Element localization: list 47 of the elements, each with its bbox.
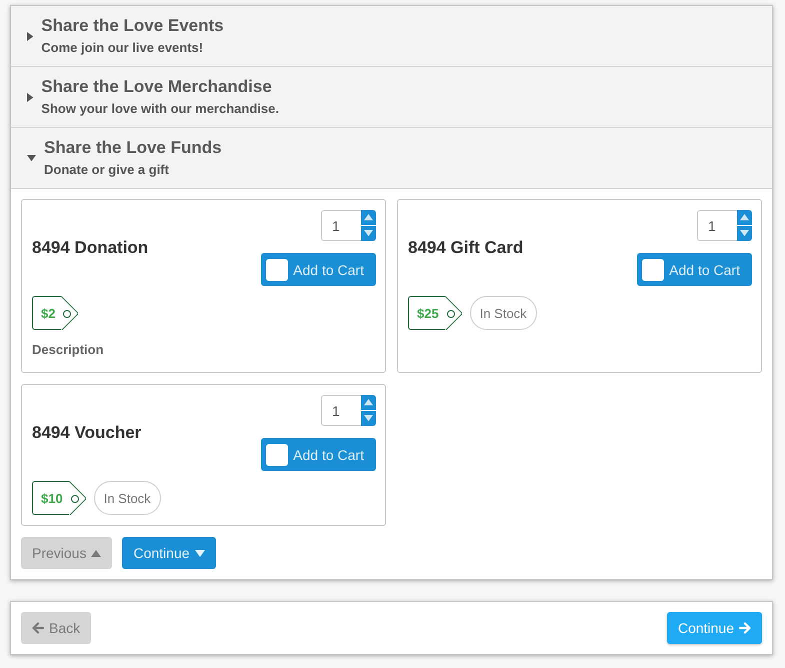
product-name: 8494 Gift Card [408,238,524,258]
caret-down-icon [364,230,373,237]
caret-right-icon [27,32,34,40]
increase-button[interactable] [737,210,752,225]
section-subtitle: Show your love with our merchandise. [41,100,279,118]
caret-down-icon [27,154,36,162]
caret-down-icon [364,415,373,422]
section-subtitle: Come join our live events! [41,39,204,57]
add-to-cart-button[interactable]: Add to Cart [261,438,376,471]
increase-button[interactable] [361,210,376,225]
arrow-left-icon [32,622,44,634]
increase-button[interactable] [361,395,376,410]
product-name: 8494 Donation [32,238,148,258]
arrow-right-icon [739,622,751,634]
add-to-cart-button[interactable]: Add to Cart [637,253,752,286]
caret-down-icon [740,230,749,237]
continue-button[interactable]: Continue [122,537,216,569]
quantity-field[interactable]: 1 [321,395,361,426]
caret-up-icon [364,399,373,406]
caret-right-icon [27,92,34,102]
caret-down-icon [194,550,205,556]
caret-up-icon [740,214,749,221]
checkbox[interactable] [266,258,288,280]
quantity-field[interactable]: 1 [697,210,737,241]
caret-up-icon [91,550,102,556]
section-subtitle: Donate or give a gift [44,161,170,179]
decrease-button[interactable] [737,226,752,241]
section-header[interactable]: Share the Love Funds Donate or give a gift [11,128,772,189]
decrease-button[interactable] [361,411,376,426]
checkbox[interactable] [266,444,288,466]
section-title: Share the Love Merchandise [41,76,273,98]
product-description: Description [32,341,105,359]
back-button[interactable]: Back [21,612,92,644]
checkbox[interactable] [642,258,664,280]
stock-status: In Stock [470,296,537,330]
section-header[interactable]: Share the Love Merchandise Show your love with our merchandise. [11,67,772,128]
section-title: Share the Love Events [41,15,224,37]
quantity-field[interactable]: 1 [321,210,361,241]
continue-button[interactable]: Continue [666,612,762,644]
previous-button[interactable]: Previous [21,537,112,569]
product-name: 8494 Voucher [32,423,142,443]
decrease-button[interactable] [361,226,376,241]
section-title: Share the Love Funds [44,137,222,159]
section-header[interactable]: Share the Love Events Come join our live events! [11,6,772,67]
add-to-cart-button[interactable]: Add to Cart [261,253,376,286]
caret-up-icon [364,214,373,221]
stock-status: In Stock [94,481,161,515]
